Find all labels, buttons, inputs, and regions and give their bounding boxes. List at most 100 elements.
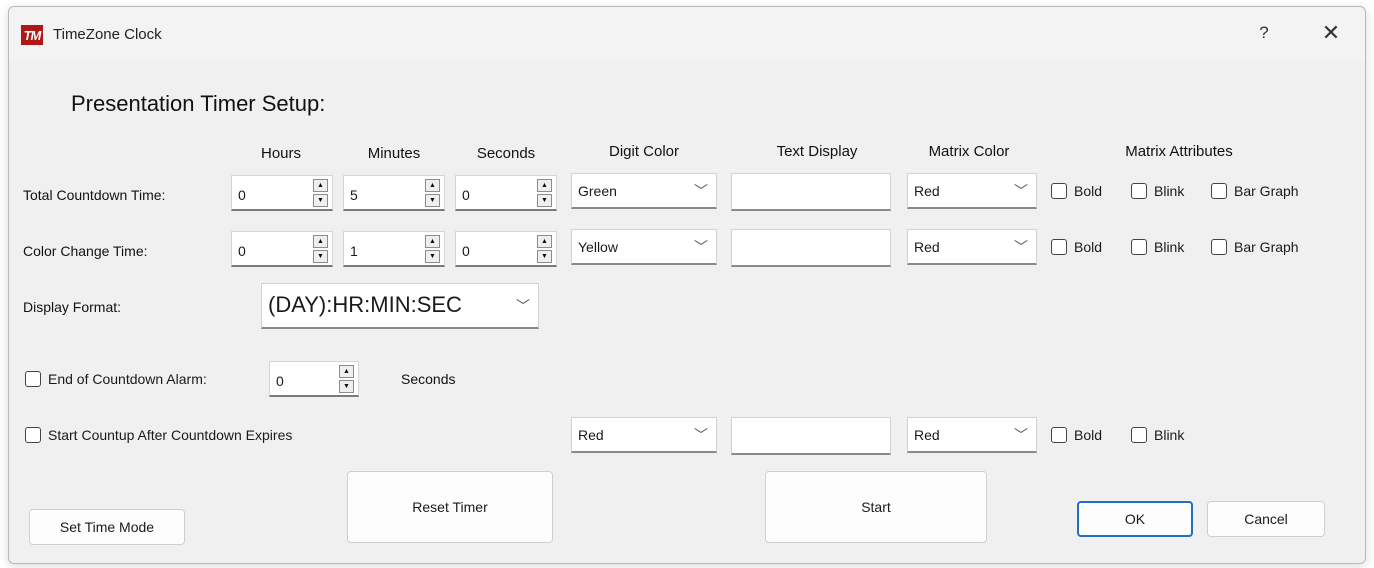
checkbox-icon[interactable] xyxy=(25,371,41,387)
total-seconds-value: 0 xyxy=(462,187,470,203)
checkbox-icon[interactable] xyxy=(1051,239,1067,255)
chevron-down-icon: ﹀ xyxy=(1014,183,1028,199)
change-text-display-input[interactable] xyxy=(731,229,891,267)
spin-up-icon[interactable]: ▲ xyxy=(537,235,552,248)
total-digit-color-value: Green xyxy=(578,183,617,199)
checkbox-icon[interactable] xyxy=(1131,239,1147,255)
spin-up-icon[interactable]: ▲ xyxy=(313,235,328,248)
countup-matrix-color-select[interactable]: Red ﹀ xyxy=(907,417,1037,453)
change-blink-checkbox[interactable]: Blink xyxy=(1131,239,1184,255)
reset-timer-button[interactable]: Reset Timer xyxy=(347,471,553,543)
display-format-select[interactable]: (DAY):HR:MIN:SEC ﹀ xyxy=(261,283,539,329)
header-matrix-color: Matrix Color xyxy=(928,143,1010,160)
spin-down-icon[interactable]: ▼ xyxy=(537,250,552,263)
spin-down-icon[interactable]: ▼ xyxy=(425,250,440,263)
change-minutes-value: 1 xyxy=(350,243,358,259)
header-text-display: Text Display xyxy=(776,143,858,160)
close-button[interactable]: ✕ xyxy=(1317,20,1345,46)
checkbox-icon[interactable] xyxy=(1131,183,1147,199)
spin-down-icon[interactable]: ▼ xyxy=(313,194,328,207)
checkbox-label: Bar Graph xyxy=(1234,239,1299,255)
total-digit-color-select[interactable]: Green ﹀ xyxy=(571,173,717,209)
chevron-down-icon: ﹀ xyxy=(694,427,708,443)
display-format-label: Display Format: xyxy=(23,299,122,315)
change-bold-checkbox[interactable]: Bold xyxy=(1051,239,1102,255)
countup-digit-color-select[interactable]: Red ﹀ xyxy=(571,417,717,453)
window-title: TimeZone Clock xyxy=(53,26,162,43)
change-bar-graph-checkbox[interactable]: Bar Graph xyxy=(1211,239,1299,255)
change-digit-color-value: Yellow xyxy=(578,239,618,255)
ok-button[interactable]: OK xyxy=(1077,501,1193,537)
cancel-button[interactable]: Cancel xyxy=(1207,501,1325,537)
countup-matrix-color-value: Red xyxy=(914,427,940,443)
checkbox-label: Bold xyxy=(1074,427,1103,443)
spin-up-icon[interactable]: ▲ xyxy=(339,365,354,378)
total-bar-graph-checkbox[interactable]: Bar Graph xyxy=(1211,183,1299,199)
chevron-down-icon: ﹀ xyxy=(516,298,530,314)
countup-blink-checkbox[interactable]: Blink xyxy=(1131,427,1184,443)
spin-down-icon[interactable]: ▼ xyxy=(313,250,328,263)
countup-bold-checkbox[interactable]: Bold xyxy=(1051,427,1102,443)
change-seconds-spinner[interactable]: 0 ▲ ▼ xyxy=(455,231,557,267)
spin-down-icon[interactable]: ▼ xyxy=(537,194,552,207)
header-hours: Hours xyxy=(260,145,301,162)
chevron-down-icon: ﹀ xyxy=(1014,427,1028,443)
checkbox-icon[interactable] xyxy=(1051,183,1067,199)
spin-up-icon[interactable]: ▲ xyxy=(313,179,328,192)
countup-checkbox[interactable]: Start Countup After Countdown Expires xyxy=(25,427,292,443)
header-digit-color: Digit Color xyxy=(608,143,680,160)
chevron-down-icon: ﹀ xyxy=(1014,239,1028,255)
countup-digit-color-value: Red xyxy=(578,427,604,443)
checkbox-icon[interactable] xyxy=(1051,427,1067,443)
chevron-down-icon: ﹀ xyxy=(694,183,708,199)
timezone-clock-dialog: TM TimeZone Clock ? ✕ Presentation Timer… xyxy=(8,6,1366,564)
total-matrix-color-select[interactable]: Red ﹀ xyxy=(907,173,1037,209)
checkbox-label: Blink xyxy=(1154,183,1185,199)
total-minutes-value: 5 xyxy=(350,187,358,203)
header-minutes: Minutes xyxy=(367,145,421,162)
spin-down-icon[interactable]: ▼ xyxy=(425,194,440,207)
alarm-seconds-spinner[interactable]: 0 ▲ ▼ xyxy=(269,361,359,397)
change-minutes-spinner[interactable]: 1 ▲ ▼ xyxy=(343,231,445,267)
total-matrix-color-value: Red xyxy=(914,183,940,199)
help-button[interactable]: ? xyxy=(1251,20,1277,46)
total-text-display-input[interactable] xyxy=(731,173,891,211)
checkbox-label: Blink xyxy=(1154,239,1185,255)
change-hours-spinner[interactable]: 0 ▲ ▼ xyxy=(231,231,333,267)
spin-up-icon[interactable]: ▲ xyxy=(425,179,440,192)
alarm-seconds-value: 0 xyxy=(276,373,284,389)
total-seconds-spinner[interactable]: 0 ▲ ▼ xyxy=(455,175,557,211)
total-hours-value: 0 xyxy=(238,187,246,203)
alarm-unit-label: Seconds xyxy=(401,371,456,387)
checkbox-icon[interactable] xyxy=(1211,183,1227,199)
checkbox-label: Bold xyxy=(1074,183,1103,199)
total-bold-checkbox[interactable]: Bold xyxy=(1051,183,1102,199)
chevron-down-icon: ﹀ xyxy=(694,239,708,255)
checkbox-icon[interactable] xyxy=(1211,239,1227,255)
color-change-label: Color Change Time: xyxy=(23,243,148,259)
spin-up-icon[interactable]: ▲ xyxy=(425,235,440,248)
checkbox-icon[interactable] xyxy=(25,427,41,443)
spin-up-icon[interactable]: ▲ xyxy=(537,179,552,192)
total-blink-checkbox[interactable]: Blink xyxy=(1131,183,1184,199)
title-bar: TM TimeZone Clock ? ✕ xyxy=(9,7,1365,61)
checkbox-label: Bar Graph xyxy=(1234,183,1299,199)
change-seconds-value: 0 xyxy=(462,243,470,259)
change-matrix-color-select[interactable]: Red ﹀ xyxy=(907,229,1037,265)
set-time-mode-button[interactable]: Set Time Mode xyxy=(29,509,185,545)
display-format-value: (DAY):HR:MIN:SEC xyxy=(268,292,462,317)
spin-down-icon[interactable]: ▼ xyxy=(339,380,354,393)
change-hours-value: 0 xyxy=(238,243,246,259)
change-digit-color-select[interactable]: Yellow ﹀ xyxy=(571,229,717,265)
countup-label: Start Countup After Countdown Expires xyxy=(48,427,293,443)
start-button[interactable]: Start xyxy=(765,471,987,543)
total-hours-spinner[interactable]: 0 ▲ ▼ xyxy=(231,175,333,211)
header-matrix-attributes: Matrix Attributes xyxy=(1125,143,1233,160)
total-minutes-spinner[interactable]: 5 ▲ ▼ xyxy=(343,175,445,211)
checkbox-icon[interactable] xyxy=(1131,427,1147,443)
alarm-checkbox[interactable]: End of Countdown Alarm: xyxy=(25,371,207,387)
alarm-label: End of Countdown Alarm: xyxy=(48,371,207,387)
total-countdown-label: Total Countdown Time: xyxy=(23,187,166,203)
checkbox-label: Bold xyxy=(1074,239,1103,255)
countup-text-display-input[interactable] xyxy=(731,417,891,455)
